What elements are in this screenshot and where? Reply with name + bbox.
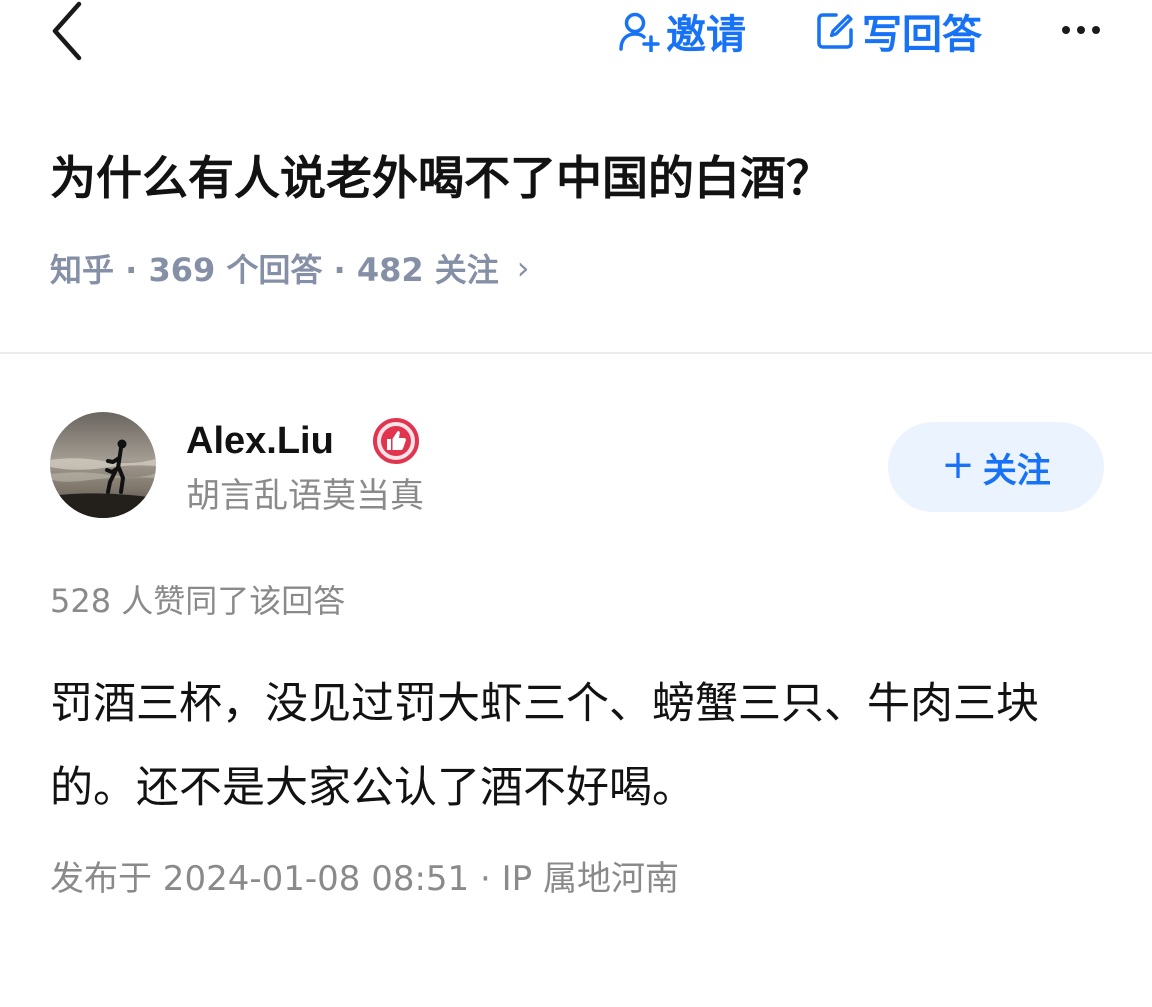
- answer-content[interactable]: 罚酒三杯，没见过罚大虾三个、螃蟹三只、牛肉三块的。还不是大家公认了酒不好喝。: [50, 662, 1110, 830]
- upvote-count: 528 人赞同了该回答: [50, 582, 346, 620]
- author-name[interactable]: Alex.Liu: [186, 416, 334, 466]
- write-answer-label: 写回答: [862, 12, 982, 58]
- publish-info: 发布于 2024-01-08 08:51 · IP 属地河南: [50, 859, 679, 899]
- person-add-icon: [619, 12, 660, 52]
- invite-button[interactable]: 邀请: [618, 4, 746, 58]
- chevron-right-icon: ›: [516, 249, 530, 287]
- avatar[interactable]: [50, 412, 156, 518]
- more-button[interactable]: [1052, 8, 1110, 52]
- question-title[interactable]: 为什么有人说老外喝不了中国的白酒？: [50, 148, 1110, 208]
- thumbs-up-badge-icon: [373, 418, 419, 464]
- plus-icon: +: [941, 442, 975, 488]
- follow-button[interactable]: + 关注: [888, 422, 1104, 512]
- question-meta[interactable]: 知乎 · 369 个回答 · 482 关注 ›: [50, 244, 530, 292]
- follow-label: 关注: [982, 450, 1051, 491]
- divider: [0, 352, 1152, 354]
- edit-icon: [817, 13, 853, 49]
- question-meta-text: 知乎 · 369 个回答 · 482 关注: [50, 251, 499, 289]
- write-answer-button[interactable]: 写回答: [814, 4, 982, 58]
- chevron-left-icon: [52, 1, 82, 61]
- top-bar: 邀请 写回答: [0, 0, 1152, 70]
- more-horizontal-icon: [1062, 26, 1070, 34]
- author-bio: 胡言乱语莫当真: [186, 476, 424, 516]
- invite-label: 邀请: [666, 12, 746, 58]
- back-button[interactable]: [42, 0, 92, 62]
